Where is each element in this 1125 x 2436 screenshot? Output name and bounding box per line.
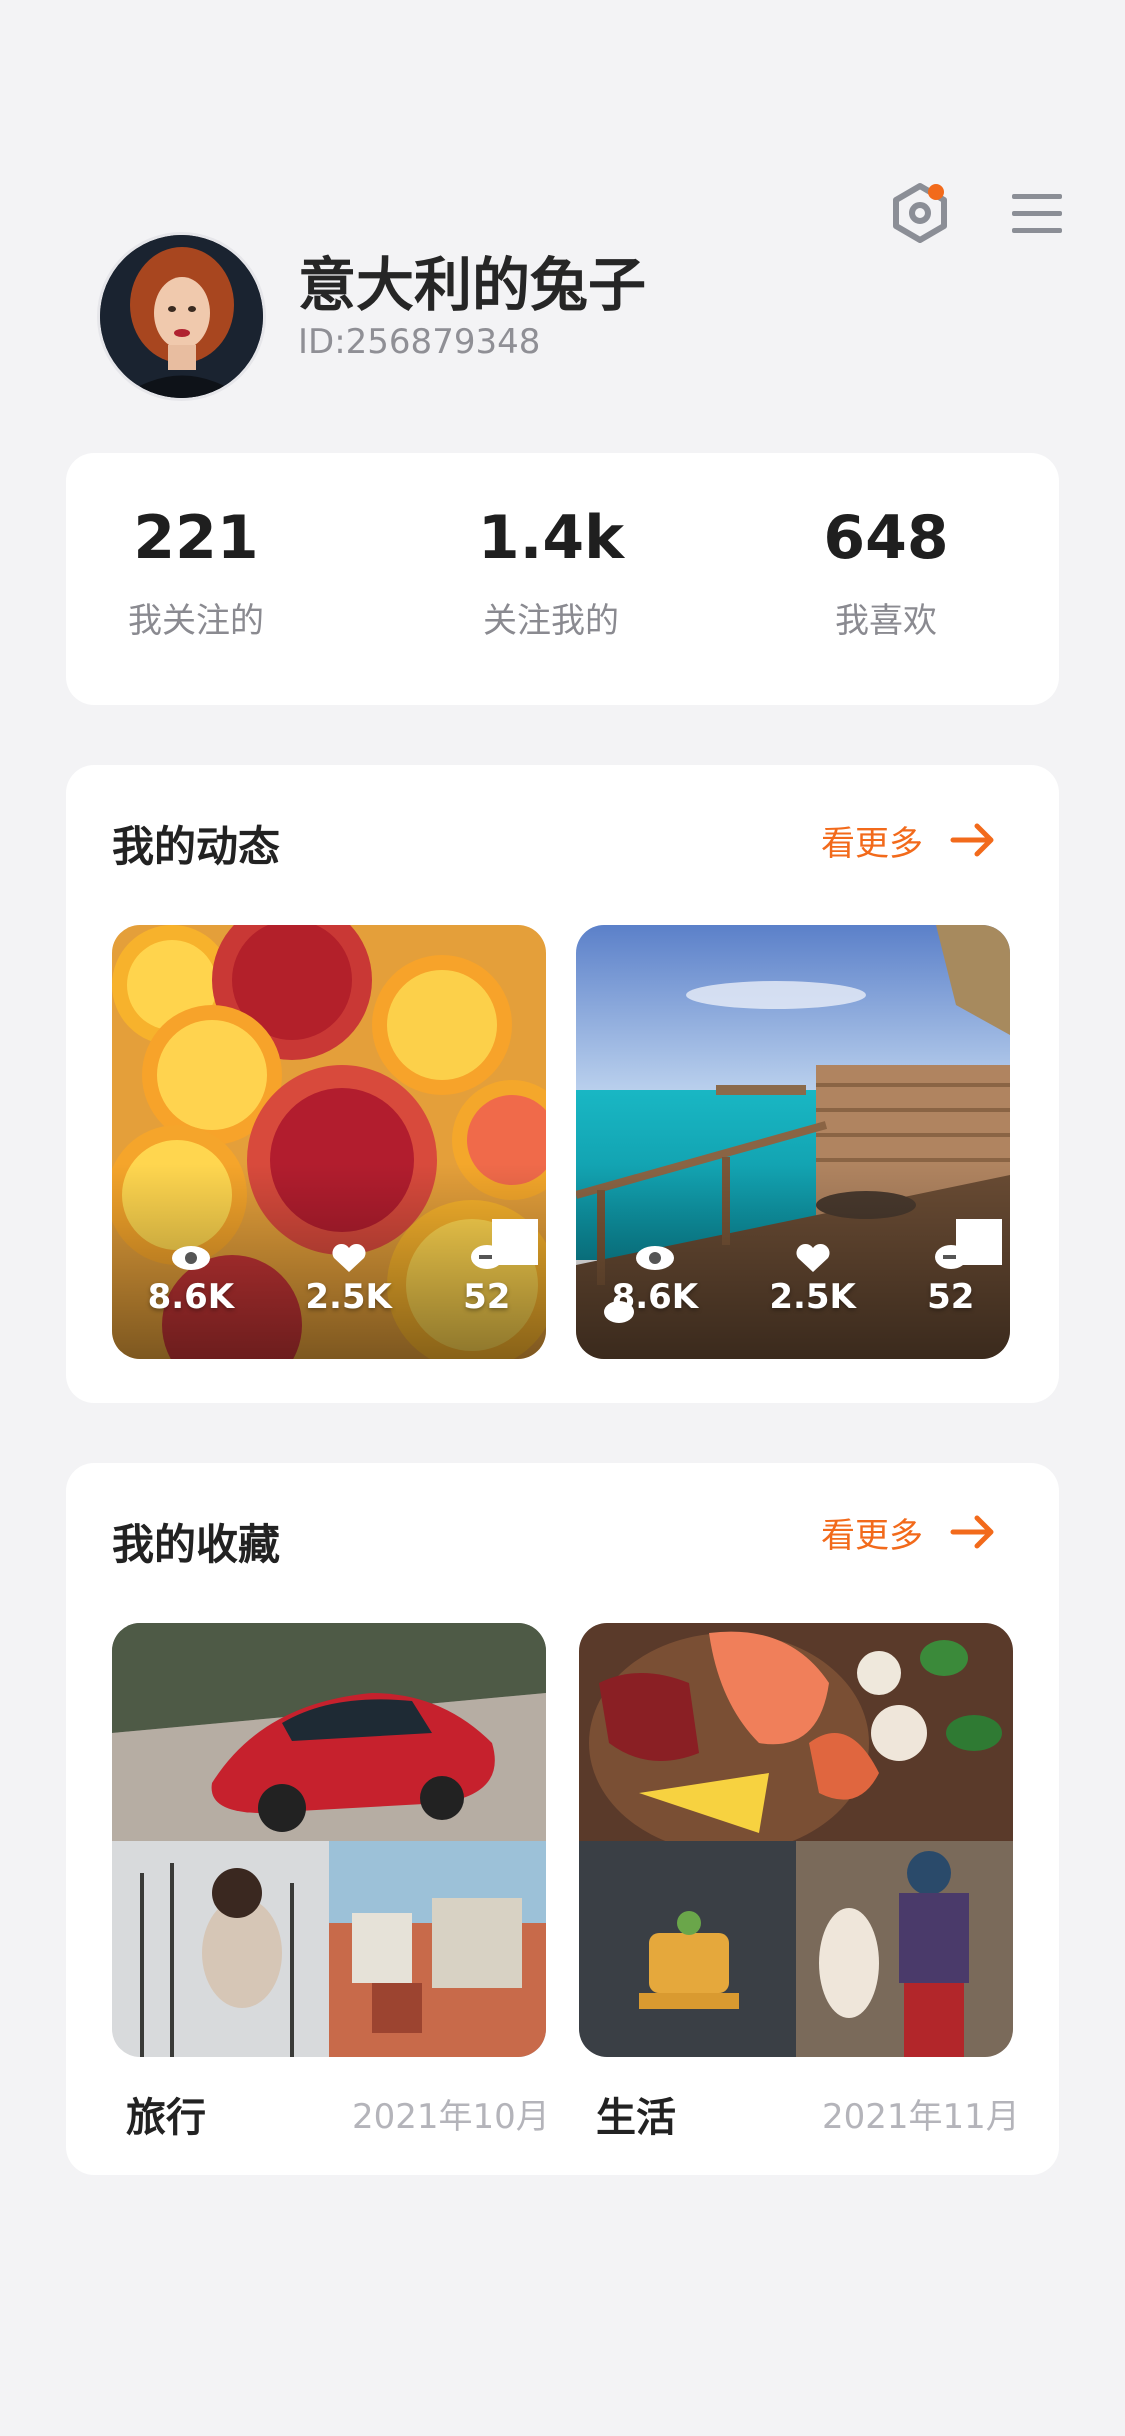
select-box[interactable]: [492, 1219, 538, 1265]
avatar[interactable]: [100, 235, 263, 398]
section-title-favorites: 我的收藏: [112, 1520, 281, 1569]
album-collage-travel[interactable]: [112, 1623, 546, 2057]
stat-label: 关注我的: [483, 601, 619, 641]
stats-card: 221 我关注的 1.4k 关注我的 648 我喜欢: [66, 453, 1059, 705]
album-collage-life[interactable]: [579, 1623, 1013, 2057]
user-id: ID:256879348: [298, 322, 541, 362]
stat-following[interactable]: 221 我关注的: [66, 503, 326, 642]
notification-dot: [928, 184, 944, 200]
album-date: 2021年11月: [822, 2097, 1020, 2137]
comment-bubble-icon: [604, 1301, 634, 1323]
menu-icon[interactable]: [1010, 190, 1064, 238]
views-count: 8.6K: [147, 1277, 235, 1317]
stat-value: 1.4k: [477, 503, 625, 573]
arrow-right-icon: [950, 1515, 994, 1549]
username: 意大利的兔子: [298, 251, 647, 319]
stat-label: 我关注的: [128, 601, 264, 641]
stat-followers[interactable]: 1.4k 关注我的: [421, 503, 681, 642]
stat-likes[interactable]: 648 我喜欢: [756, 503, 1016, 642]
arrow-right-icon: [950, 823, 994, 857]
metric-likes: 2.5K: [305, 1243, 392, 1317]
favorites-more-button[interactable]: 看更多: [821, 1507, 999, 1557]
my-dynamics-card: 我的动态 看更多 8.6K 2.5K 52 8.6K 2.5K 52: [66, 765, 1059, 1403]
section-title-dynamics: 我的动态: [112, 822, 281, 871]
album-date: 2021年10月: [352, 2097, 550, 2137]
post-thumbnail[interactable]: 8.6K 2.5K 52: [576, 925, 1010, 1359]
heart-icon: [332, 1243, 366, 1272]
album-name: 生活: [596, 2095, 676, 2141]
more-label: 看更多: [821, 1515, 923, 1556]
post-metrics: 8.6K 2.5K 52: [112, 1243, 546, 1317]
album-name: 旅行: [126, 2095, 206, 2141]
post-metrics: 8.6K 2.5K 52: [576, 1243, 1010, 1317]
dynamics-more-button[interactable]: 看更多: [821, 815, 999, 865]
metric-views: 8.6K: [147, 1243, 235, 1317]
eye-icon: [171, 1246, 210, 1270]
post-thumbnail[interactable]: 8.6K 2.5K 52: [112, 925, 546, 1359]
likes-count: 2.5K: [305, 1277, 392, 1317]
my-favorites-card: 我的收藏 看更多 旅行 2021年10月 生活 2021年11月: [66, 1463, 1059, 2175]
stat-value: 221: [133, 503, 259, 573]
stat-value: 648: [823, 503, 949, 573]
comments-count: 52: [927, 1277, 975, 1317]
more-label: 看更多: [821, 823, 923, 864]
comments-count: 52: [463, 1277, 511, 1317]
likes-count: 2.5K: [769, 1277, 856, 1317]
select-box[interactable]: [956, 1219, 1002, 1265]
settings-hex-icon[interactable]: [890, 180, 950, 246]
eye-icon: [635, 1246, 674, 1270]
stat-label: 我喜欢: [835, 601, 937, 641]
heart-icon: [796, 1243, 830, 1272]
album-images-life: [579, 1623, 1013, 2057]
metric-likes: 2.5K: [769, 1243, 856, 1317]
album-images-travel: [112, 1623, 546, 2057]
